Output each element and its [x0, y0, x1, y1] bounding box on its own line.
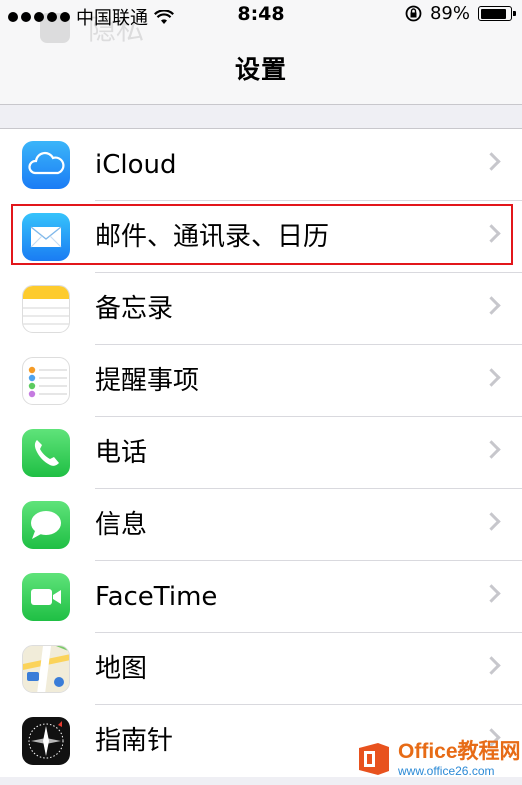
office-logo-icon [356, 741, 392, 777]
settings-item-facetime[interactable]: FaceTime [0, 561, 522, 633]
settings-item-label: iCloud [95, 150, 177, 180]
battery-percent: 89% [429, 3, 470, 24]
facetime-icon [22, 573, 70, 621]
page-title: 设置 [234, 55, 287, 84]
settings-item-reminders[interactable]: 提醒事项 [0, 345, 522, 417]
settings-item-icloud[interactable]: iCloud [0, 129, 522, 201]
phone-icon [22, 429, 70, 477]
settings-item-notes[interactable]: 备忘录 [0, 273, 522, 345]
status-bar: 中国联通 8:48 89% [0, 0, 522, 30]
compass-icon [22, 717, 70, 765]
mail-icon [22, 213, 70, 261]
reminders-icon [22, 357, 70, 405]
watermark-url: www.office26.com [398, 764, 495, 778]
settings-item-label: 备忘录 [95, 294, 174, 324]
settings-item-label: FaceTime [95, 582, 218, 612]
rotation-lock-icon [405, 5, 422, 22]
chevron-right-icon [482, 656, 501, 675]
messages-icon [22, 501, 70, 549]
chevron-right-icon [482, 224, 501, 243]
icloud-icon [22, 141, 70, 189]
settings-list: iCloud 邮件、通讯录、日历 备忘录 提醒事项 电话 信息 FaceTime… [0, 128, 522, 777]
settings-item-label: 邮件、通讯录、日历 [95, 222, 330, 252]
settings-item-label: 提醒事项 [95, 366, 200, 396]
chevron-right-icon [482, 152, 501, 171]
maps-icon [22, 645, 70, 693]
chevron-right-icon [482, 296, 501, 315]
settings-item-label: 电话 [95, 438, 148, 468]
settings-item-label: 指南针 [95, 726, 174, 756]
chevron-right-icon [482, 440, 501, 459]
notes-icon [22, 285, 70, 333]
navigation-bar: 隐私 中国联通 8:48 89% 设置 [0, 0, 522, 105]
settings-item-phone[interactable]: 电话 [0, 417, 522, 489]
settings-item-maps[interactable]: 地图 [0, 633, 522, 705]
settings-item-label: 地图 [95, 654, 148, 684]
watermark-brand: Office教程网 [398, 740, 521, 763]
chevron-right-icon [482, 368, 501, 387]
battery-icon [478, 6, 516, 21]
watermark: Office教程网 www.office26.com [356, 735, 522, 783]
settings-item-label: 信息 [95, 510, 148, 540]
chevron-right-icon [482, 584, 501, 603]
settings-item-messages[interactable]: 信息 [0, 489, 522, 561]
chevron-right-icon [482, 512, 501, 531]
settings-item-mail-contacts-calendars[interactable]: 邮件、通讯录、日历 [0, 201, 522, 273]
